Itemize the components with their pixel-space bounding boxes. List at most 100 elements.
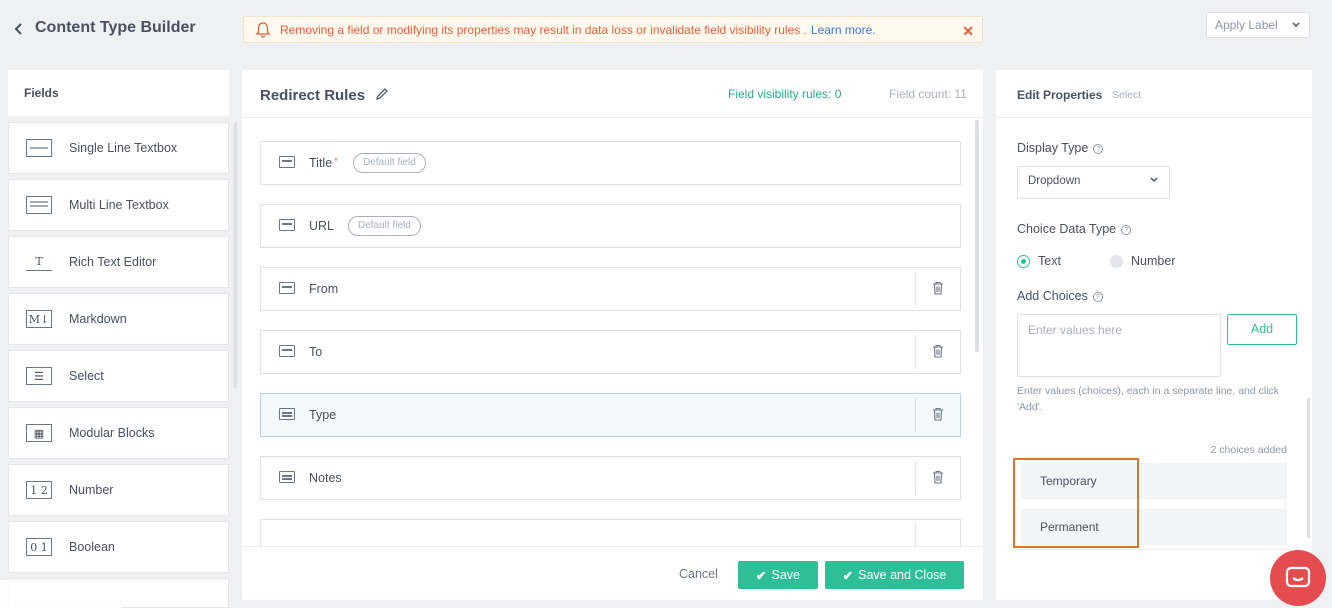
rich-text-icon: T — [26, 253, 52, 271]
add-choices-text: Add Choices — [1017, 289, 1088, 303]
cancel-button[interactable]: Cancel — [679, 567, 718, 581]
display-type-value: Dropdown — [1028, 175, 1081, 187]
trash-icon[interactable] — [932, 407, 944, 421]
back-arrow-icon[interactable] — [12, 20, 26, 38]
apply-label-text: Apply Label — [1215, 18, 1278, 32]
number-icon: 1 2 — [26, 481, 52, 499]
multi-line-icon — [26, 196, 52, 214]
field-rich-text-editor[interactable]: T Rich Text Editor — [8, 236, 229, 288]
row-divider — [915, 272, 916, 306]
field-row-label: From — [309, 282, 339, 296]
choice-data-type-text: Choice Data Type — [1017, 222, 1117, 236]
field-row-title[interactable]: Title * Default field — [260, 141, 961, 185]
fields-title: Fields — [8, 70, 229, 116]
fields-scrollbar[interactable] — [234, 122, 237, 388]
multi-line-icon — [279, 471, 295, 483]
properties-title: Edit Properties — [1017, 88, 1103, 102]
single-line-icon — [279, 219, 295, 231]
page-title: Content Type Builder — [35, 19, 196, 36]
content-type-name: Redirect Rules — [260, 87, 366, 104]
learn-more-link[interactable]: Learn more. — [811, 23, 876, 37]
trash-icon[interactable] — [932, 344, 944, 358]
help-icon[interactable]: ? — [1121, 224, 1132, 235]
radio-number-label: Number — [1131, 254, 1176, 268]
radio-number[interactable]: Number — [1110, 254, 1175, 268]
properties-header: Edit Properties Select — [996, 70, 1312, 118]
add-button[interactable]: Add — [1227, 314, 1297, 345]
select-icon — [279, 408, 295, 420]
trash-icon[interactable] — [932, 281, 944, 295]
field-row-label: URL — [309, 219, 335, 233]
radio-unselected-icon — [1110, 254, 1123, 268]
trash-icon[interactable] — [932, 470, 944, 484]
default-field-badge: Default field — [353, 153, 426, 173]
field-row-type[interactable]: Type — [260, 393, 961, 437]
field-row-label: To — [309, 345, 323, 359]
display-type-label: Display Type? — [1017, 141, 1104, 155]
single-line-icon — [279, 282, 295, 294]
single-line-icon — [26, 139, 52, 157]
required-asterisk: * — [334, 156, 338, 166]
field-select[interactable]: ☰ Select — [8, 350, 229, 402]
apply-label-dropdown[interactable]: Apply Label — [1206, 12, 1310, 38]
field-count: Field count: 11 — [889, 87, 967, 101]
main-scrollbar[interactable] — [975, 120, 979, 352]
row-divider — [915, 398, 916, 432]
field-modular-blocks[interactable]: ▦ Modular Blocks — [8, 407, 229, 459]
fade-overlay — [0, 580, 122, 608]
check-icon: ✔ — [842, 568, 854, 583]
field-name: Title — [309, 156, 333, 170]
help-icon[interactable]: ? — [1093, 143, 1104, 154]
field-row-partial[interactable] — [260, 519, 961, 546]
row-divider — [915, 335, 916, 369]
chat-icon — [1285, 566, 1311, 588]
field-row-to[interactable]: To — [260, 330, 961, 374]
choices-count: 2 choices added — [1210, 444, 1287, 456]
choices-hint: Enter values (choices), each in a separa… — [1017, 385, 1280, 413]
radio-selected-icon — [1017, 254, 1030, 268]
field-label: Number — [69, 483, 114, 497]
save-close-label: Save and Close — [858, 568, 947, 582]
default-field-badge: Default field — [348, 216, 421, 236]
field-label: Rich Text Editor — [69, 255, 157, 269]
field-label: Markdown — [69, 312, 127, 326]
chat-button[interactable] — [1270, 550, 1326, 606]
field-label: Boolean — [69, 540, 115, 554]
single-line-icon — [279, 345, 295, 357]
radio-text[interactable]: Text — [1017, 254, 1061, 268]
field-row-from[interactable]: From — [260, 267, 961, 311]
field-label: Select — [69, 369, 104, 383]
highlight-box — [1013, 458, 1139, 548]
help-icon[interactable]: ? — [1092, 291, 1103, 302]
builder-footer: Cancel ✔ Save ✔ Save and Close — [242, 546, 983, 600]
save-label: Save — [771, 568, 800, 582]
close-icon[interactable]: ✕ — [962, 23, 974, 40]
modular-blocks-icon: ▦ — [26, 424, 52, 442]
field-row-url[interactable]: URL Default field — [260, 204, 961, 248]
save-and-close-button[interactable]: ✔ Save and Close — [825, 561, 964, 589]
chevron-down-icon — [1292, 22, 1300, 28]
field-label: Single Line Textbox — [69, 141, 178, 155]
field-single-line-textbox[interactable]: Single Line Textbox — [8, 122, 229, 174]
field-row-label: Notes — [309, 471, 342, 485]
field-multi-line-textbox[interactable]: Multi Line Textbox — [8, 179, 229, 231]
save-button[interactable]: ✔ Save — [738, 561, 818, 589]
pencil-icon[interactable] — [375, 87, 389, 101]
boolean-icon: 0 1 — [26, 538, 52, 556]
choices-input[interactable]: Enter values here — [1017, 314, 1221, 377]
field-markdown[interactable]: M↓ Markdown — [8, 293, 229, 345]
display-type-dropdown[interactable]: Dropdown — [1017, 166, 1170, 199]
field-row-notes[interactable]: Notes — [260, 456, 961, 500]
content-type-header: Redirect Rules Field visibility rules: 0… — [242, 70, 983, 118]
select-icon: ☰ — [26, 367, 52, 385]
bell-icon — [255, 21, 271, 38]
row-divider — [915, 461, 916, 495]
check-icon: ✔ — [756, 568, 767, 583]
radio-text-label: Text — [1038, 254, 1061, 268]
field-number[interactable]: 1 2 Number — [8, 464, 229, 516]
row-divider — [915, 524, 916, 546]
field-visibility-rules-link[interactable]: Field visibility rules: 0 — [728, 87, 841, 101]
field-boolean[interactable]: 0 1 Boolean — [8, 521, 229, 573]
content-type-panel: Redirect Rules Field visibility rules: 0… — [242, 70, 983, 600]
properties-scrollbar[interactable] — [1307, 398, 1310, 538]
